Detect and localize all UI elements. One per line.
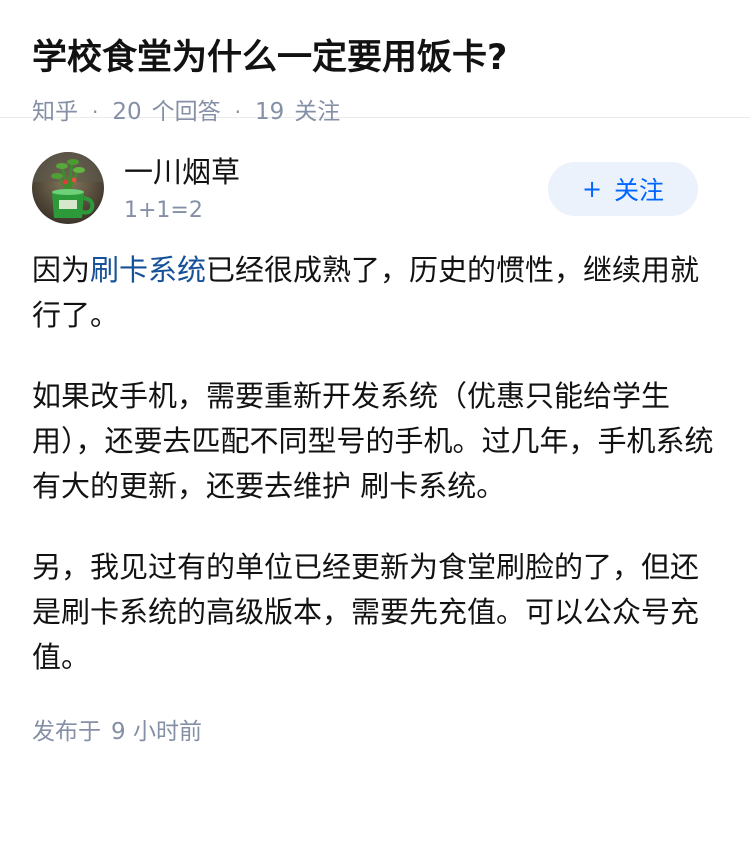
answers-count: 20 [112, 99, 142, 125]
meta-separator-dot: · [92, 100, 99, 124]
author-bio: 1+1=2 [124, 198, 203, 223]
question-title[interactable]: 学校食堂为什么一定要用饭卡? [32, 34, 718, 82]
publish-time: 发布于 9 小时前 [32, 716, 718, 748]
answer-content: 因为刷卡系统已经很成熟了，历史的惯性，继续用就行了。 如果改手机，需要重新开发系… [32, 248, 718, 680]
question-header: 学校食堂为什么一定要用饭卡? 知乎 · 20 个回答 · 19 关注 [0, 0, 750, 125]
publish-label: 发布于 [32, 719, 101, 745]
followers-label: 关注 [294, 99, 341, 125]
answer-card: 一川烟草 1+1=2 + 关注 因为刷卡系统已经很成熟了，历史的惯性，继续用就行… [0, 152, 750, 748]
follow-button[interactable]: + 关注 [548, 162, 698, 216]
followers-count-link[interactable]: 19 关注 [255, 96, 340, 128]
keyword-link[interactable]: 刷卡系统 [90, 253, 206, 287]
author-name[interactable]: 一川烟草 [124, 154, 240, 190]
answers-count-link[interactable]: 20 个回答 [112, 96, 220, 128]
question-meta: 知乎 · 20 个回答 · 19 关注 [32, 96, 718, 128]
avatar[interactable] [32, 152, 104, 224]
answer-paragraph: 另，我见过有的单位已经更新为食堂刷脸的了，但还是刷卡系统的高级版本，需要先充值。… [32, 550, 700, 674]
publish-relative-time: 9 小时前 [111, 719, 202, 745]
follow-button-label: 关注 [614, 176, 665, 205]
answers-label: 个回答 [151, 99, 221, 125]
followers-count: 19 [255, 99, 285, 125]
avatar-plant-icon [32, 152, 104, 224]
answer-paragraph: 如果改手机，需要重新开发系统（优惠只能给学生用），还要去匹配不同型号的手机。过几… [32, 379, 714, 503]
source-label[interactable]: 知乎 [32, 96, 78, 128]
paragraph-text: 因为 [32, 253, 91, 287]
answer-paragraph: 因为刷卡系统已经很成熟了，历史的惯性，继续用就行了。 [32, 248, 718, 338]
author-row: 一川烟草 1+1=2 + 关注 [32, 152, 718, 236]
plus-icon: + [581, 175, 603, 203]
meta-separator-dot: · [234, 100, 241, 124]
